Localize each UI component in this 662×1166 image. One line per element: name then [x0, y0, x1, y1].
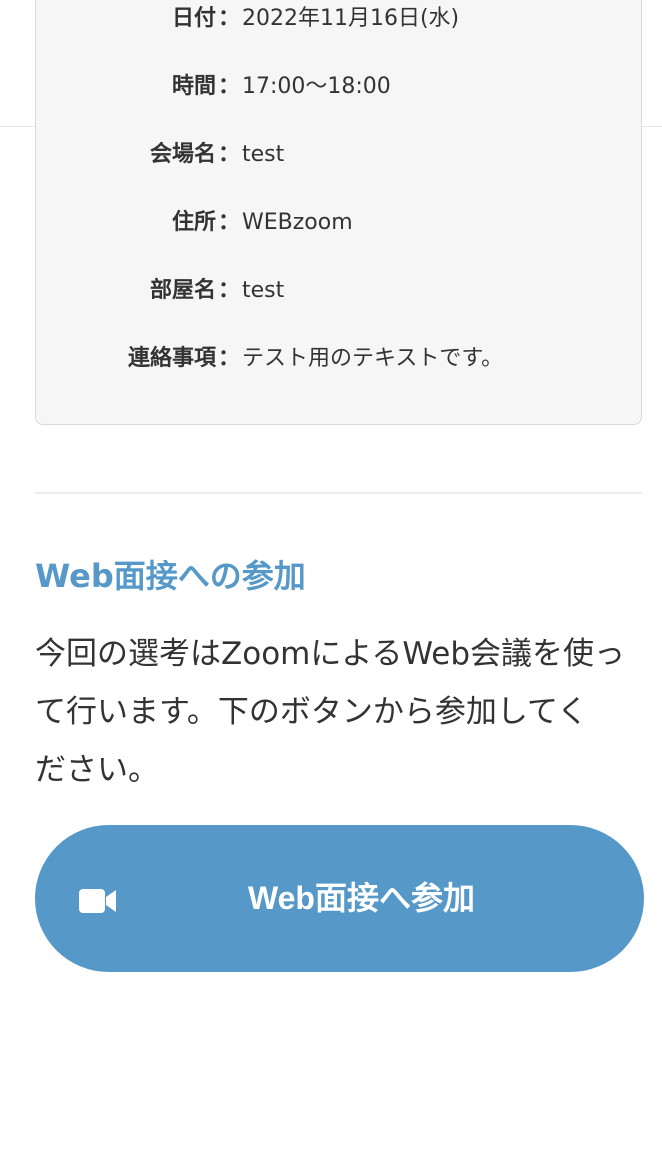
- detail-row-date: 日付 ： 2022年11月16日(水): [36, 0, 643, 39]
- detail-label: 連絡事項: [127, 346, 216, 371]
- join-button-label: Web面接へ参加: [248, 880, 475, 916]
- section-title: Web面接への参加: [35, 557, 306, 595]
- detail-row-room: 部屋名 ： test: [36, 271, 643, 311]
- detail-separator: ：: [217, 142, 240, 167]
- detail-value: test: [242, 142, 285, 167]
- join-web-interview-button[interactable]: Web面接へ参加: [35, 825, 644, 972]
- interview-details-card: 日付 ： 2022年11月16日(水) 時間 ： 17:00〜18:00 会場名…: [35, 0, 642, 425]
- detail-label: 住所: [171, 210, 216, 235]
- description-line: 今回の選考はZoomによるWeb会議を使っ: [35, 636, 626, 672]
- detail-row-venue: 会場名 ： test: [36, 135, 643, 175]
- detail-value: 2022年11月16日(水): [242, 6, 460, 31]
- detail-separator: ：: [217, 6, 240, 31]
- description-line: ださい。: [35, 752, 159, 788]
- detail-separator: ：: [217, 278, 240, 303]
- detail-value: 17:00〜18:00: [242, 74, 391, 99]
- detail-row-time: 時間 ： 17:00〜18:00: [36, 67, 643, 107]
- detail-row-address: 住所 ： WEBzoom: [36, 203, 643, 243]
- detail-value: WEBzoom: [242, 210, 353, 235]
- detail-value: test: [242, 278, 285, 303]
- section-description: 今回の選考はZoomによるWeb会議を使っ て行います。下のボタンから参加してく…: [35, 625, 640, 799]
- detail-label: 部屋名: [149, 278, 216, 303]
- description-line: て行います。下のボタンから参加してく: [35, 694, 589, 730]
- detail-label: 日付: [171, 6, 216, 31]
- detail-row-notes: 連絡事項 ： テスト用のテキストです。: [36, 339, 643, 379]
- detail-separator: ：: [217, 74, 240, 99]
- detail-label: 時間: [171, 74, 216, 99]
- section-divider: [35, 492, 642, 494]
- detail-separator: ：: [217, 346, 240, 371]
- detail-value: テスト用のテキストです。: [242, 346, 504, 371]
- page: 日付 ： 2022年11月16日(水) 時間 ： 17:00〜18:00 会場名…: [0, 0, 662, 1166]
- detail-label: 会場名: [149, 142, 216, 167]
- detail-separator: ：: [217, 210, 240, 235]
